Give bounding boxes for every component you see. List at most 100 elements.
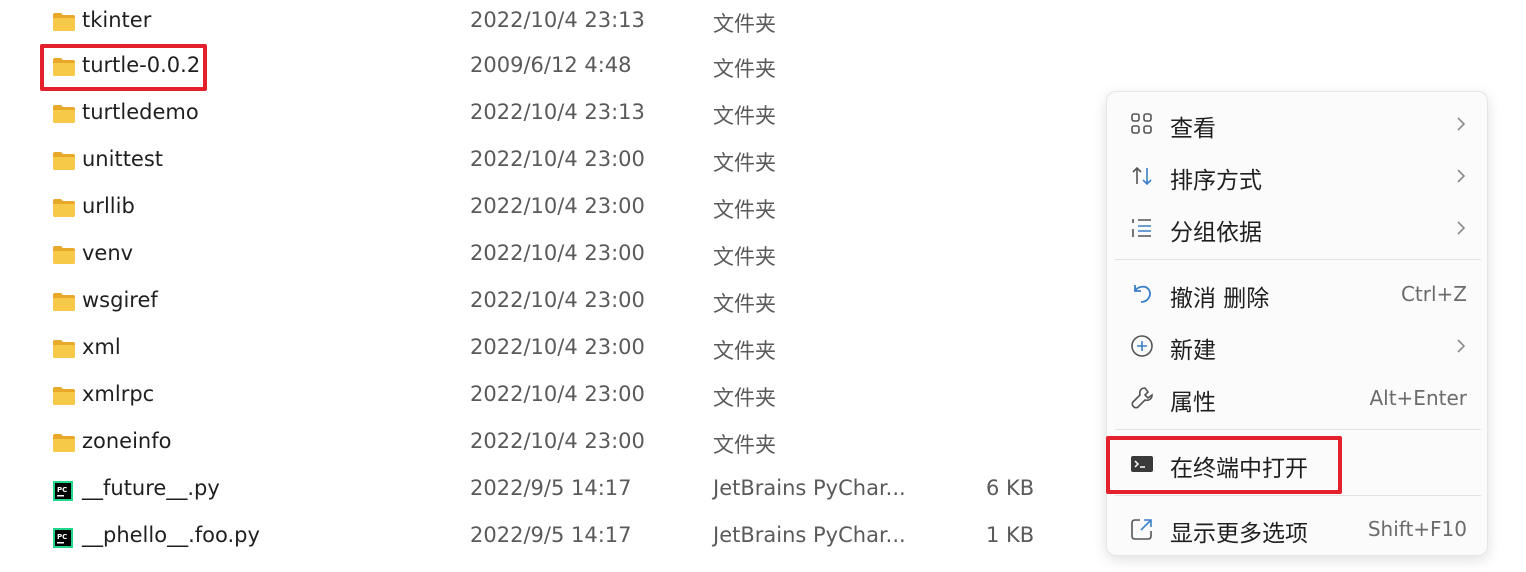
file-row-urllib[interactable]: urllib 2022/10/4 23:00 文件夹 (0, 186, 1100, 233)
chevron-right-icon (1455, 218, 1467, 238)
menu-item-new[interactable]: 新建 (1115, 322, 1481, 370)
terminal-icon (1129, 451, 1155, 477)
file-date: 2022/10/4 23:00 (470, 429, 645, 453)
file-row-unittest[interactable]: unittest 2022/10/4 23:00 文件夹 (0, 139, 1100, 186)
file-name: __future__.py (82, 476, 220, 500)
svg-text:PC: PC (57, 533, 67, 541)
menu-item-open-in-terminal[interactable]: 在终端中打开 (1115, 440, 1481, 488)
file-date: 2022/9/5 14:17 (470, 523, 632, 547)
file-name: urllib (82, 194, 135, 218)
menu-item-properties[interactable]: 属性 Alt+Enter (1115, 374, 1481, 422)
file-date: 2022/10/4 23:00 (470, 288, 645, 312)
chevron-right-icon (1455, 166, 1467, 186)
folder-icon (52, 245, 76, 265)
share-external-icon (1129, 516, 1155, 542)
file-row-future-py[interactable]: PC __future__.py 2022/9/5 14:17 JetBrain… (0, 468, 1100, 515)
folder-icon (52, 198, 76, 218)
chevron-right-icon (1455, 114, 1467, 134)
file-date: 2022/10/4 23:00 (470, 335, 645, 359)
folder-icon (52, 12, 76, 32)
file-name: zoneinfo (82, 429, 172, 453)
menu-item-shortcut: Alt+Enter (1369, 386, 1467, 410)
group-by-icon (1129, 215, 1155, 241)
file-row-turtle[interactable]: turtle-0.0.2 2009/6/12 4:48 文件夹 (0, 45, 1100, 92)
file-name: venv (82, 241, 134, 265)
file-type: 文件夹 (713, 57, 776, 81)
menu-item-label: 排序方式 (1170, 168, 1262, 194)
pycharm-file-icon: PC (52, 480, 76, 501)
menu-item-undo-delete[interactable]: 撤消 删除 Ctrl+Z (1115, 270, 1481, 318)
file-type: 文件夹 (713, 12, 776, 36)
file-row-xml[interactable]: xml 2022/10/4 23:00 文件夹 (0, 327, 1100, 374)
menu-item-view[interactable]: 查看 (1115, 100, 1481, 148)
file-row-phello-foo-py[interactable]: PC __phello__.foo.py 2022/9/5 14:17 JetB… (0, 515, 1100, 562)
file-date: 2022/10/4 23:13 (470, 100, 645, 124)
file-type: 文件夹 (713, 339, 776, 363)
file-name: xml (82, 335, 121, 359)
menu-item-shortcut: Ctrl+Z (1400, 282, 1467, 306)
file-row-zoneinfo[interactable]: zoneinfo 2022/10/4 23:00 文件夹 (0, 421, 1100, 468)
file-row-venv[interactable]: venv 2022/10/4 23:00 文件夹 (0, 233, 1100, 280)
file-list: tkinter 2022/10/4 23:13 文件夹 turtle-0.0.2… (0, 0, 1100, 572)
new-plus-icon (1129, 333, 1155, 359)
file-type: 文件夹 (713, 198, 776, 222)
file-name: tkinter (82, 8, 152, 32)
file-size: 1 KB (986, 523, 1035, 547)
file-date: 2022/10/4 23:13 (470, 8, 645, 32)
view-grid-icon (1129, 111, 1155, 137)
menu-item-label: 撤消 删除 (1170, 286, 1270, 312)
file-name: xmlrpc (82, 382, 155, 406)
folder-icon (52, 151, 76, 171)
file-name: __phello__.foo.py (82, 523, 260, 547)
wrench-icon (1129, 385, 1155, 411)
file-type: 文件夹 (713, 104, 776, 128)
menu-item-group-by[interactable]: 分组依据 (1115, 204, 1481, 252)
file-name: turtle-0.0.2 (82, 53, 201, 77)
file-type: 文件夹 (713, 433, 776, 457)
svg-text:PC: PC (57, 486, 67, 494)
file-date: 2009/6/12 4:48 (470, 53, 632, 77)
menu-item-label: 在终端中打开 (1170, 456, 1308, 482)
file-date: 2022/9/5 14:17 (470, 476, 632, 500)
menu-item-label: 属性 (1170, 390, 1216, 416)
file-type: 文件夹 (713, 386, 776, 410)
file-date: 2022/10/4 23:00 (470, 147, 645, 171)
folder-icon (52, 292, 76, 312)
file-type: 文件夹 (713, 245, 776, 269)
menu-item-label: 显示更多选项 (1170, 521, 1308, 547)
menu-separator (1115, 429, 1481, 430)
folder-icon (52, 339, 76, 359)
file-type: 文件夹 (713, 151, 776, 175)
file-date: 2022/10/4 23:00 (470, 241, 645, 265)
folder-icon (52, 57, 76, 77)
file-name: wsgiref (82, 288, 158, 312)
menu-item-label: 查看 (1170, 116, 1216, 142)
file-type: JetBrains PyChar... (713, 523, 906, 547)
menu-item-label: 新建 (1170, 338, 1216, 364)
menu-item-label: 分组依据 (1170, 220, 1262, 246)
file-size: 6 KB (986, 476, 1035, 500)
file-date: 2022/10/4 23:00 (470, 194, 645, 218)
folder-icon (52, 104, 76, 124)
menu-item-sort-by[interactable]: 排序方式 (1115, 152, 1481, 200)
file-type: JetBrains PyChar... (713, 476, 906, 500)
file-row-wsgiref[interactable]: wsgiref 2022/10/4 23:00 文件夹 (0, 280, 1100, 327)
file-row-tkinter[interactable]: tkinter 2022/10/4 23:13 文件夹 (0, 0, 1100, 47)
file-date: 2022/10/4 23:00 (470, 382, 645, 406)
menu-item-show-more-options[interactable]: 显示更多选项 Shift+F10 (1115, 505, 1481, 553)
file-row-turtledemo[interactable]: turtledemo 2022/10/4 23:13 文件夹 (0, 92, 1100, 139)
file-type: 文件夹 (713, 292, 776, 316)
pycharm-file-icon: PC (52, 527, 76, 548)
folder-icon (52, 386, 76, 406)
menu-separator (1115, 495, 1481, 496)
sort-icon (1129, 163, 1155, 189)
file-row-xmlrpc[interactable]: xmlrpc 2022/10/4 23:00 文件夹 (0, 374, 1100, 421)
folder-icon (52, 433, 76, 453)
context-menu: 查看 排序方式 分组依据 撤消 删除 Ctrl+Z 新建 属性 Alt+Ente… (1106, 91, 1488, 556)
file-name: unittest (82, 147, 164, 171)
menu-item-shortcut: Shift+F10 (1367, 517, 1467, 541)
undo-icon (1129, 281, 1155, 307)
file-name: turtledemo (82, 100, 199, 124)
menu-separator (1115, 259, 1481, 260)
chevron-right-icon (1455, 336, 1467, 356)
